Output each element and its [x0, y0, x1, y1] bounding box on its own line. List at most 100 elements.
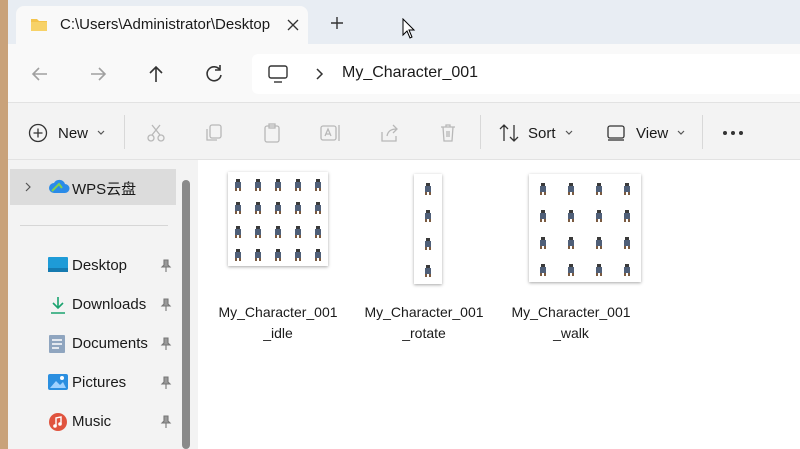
back-arrow-icon[interactable]: [28, 62, 52, 86]
view-icon: [607, 125, 625, 141]
sprite-frame: [595, 182, 603, 195]
music-icon: [48, 412, 68, 437]
sidebar-scrollbar[interactable]: [182, 180, 190, 449]
sprite-frame: [567, 263, 575, 276]
sprite-frame: [539, 209, 547, 222]
close-icon[interactable]: [284, 16, 302, 34]
file-item-walk[interactable]: My_Character_001_walk: [511, 172, 641, 342]
new-tab-button[interactable]: [326, 12, 348, 34]
address-bar[interactable]: My_Character_001: [252, 54, 800, 94]
file-thumbnail: [414, 174, 442, 284]
cloud-icon: [49, 179, 70, 193]
sort-icon: [499, 124, 519, 142]
copy-icon[interactable]: [204, 122, 224, 144]
navigation-pane: WPS云盘 Desktop Downloads Documents Pictur…: [8, 160, 192, 449]
folder-icon: [30, 17, 48, 37]
toolbar-divider: [124, 115, 125, 149]
sprite-frame: [294, 225, 302, 238]
sprite-frame: [567, 209, 575, 222]
pictures-icon: [48, 373, 68, 396]
pin-icon[interactable]: [159, 337, 173, 356]
file-thumbnail: [228, 172, 328, 266]
sidebar-item-downloads[interactable]: Downloads: [8, 287, 178, 323]
sprite-frame: [623, 182, 631, 195]
sort-label: Sort: [528, 124, 556, 142]
forward-arrow-icon[interactable]: [86, 62, 110, 86]
rename-icon[interactable]: [320, 122, 342, 144]
mouse-cursor-icon: [402, 17, 416, 45]
sidebar-item-documents[interactable]: Documents: [8, 326, 178, 362]
sprite-frame: [314, 201, 322, 215]
more-options-icon[interactable]: [722, 122, 744, 144]
pin-icon[interactable]: [159, 259, 173, 278]
sprite-frame: [294, 178, 302, 191]
sprite-frame: [254, 225, 262, 238]
file-name: My_Character_001_idle: [218, 304, 338, 341]
download-icon: [48, 295, 68, 320]
sprite-frame: [314, 248, 322, 262]
pin-icon[interactable]: [159, 298, 173, 317]
sprite-frame: [234, 248, 242, 262]
view-label: View: [636, 124, 669, 142]
share-icon[interactable]: [380, 122, 400, 144]
paste-icon[interactable]: [262, 122, 282, 144]
sprite-frame: [234, 178, 242, 191]
sprite-frame: [274, 178, 282, 191]
toolbar-divider: [480, 115, 481, 149]
new-button[interactable]: New: [28, 122, 106, 144]
sidebar-item-music[interactable]: Music: [8, 404, 178, 440]
sprite-frame: [567, 182, 575, 195]
sprite-frame: [539, 182, 547, 195]
sprite-frame: [254, 201, 262, 215]
refresh-icon[interactable]: [202, 62, 226, 86]
sprite-frame: [274, 201, 282, 215]
navigation-bar: My_Character_001: [8, 44, 800, 102]
sprite-frame: [595, 236, 603, 249]
chevron-right-icon: [25, 182, 31, 192]
breadcrumb-current[interactable]: My_Character_001: [342, 64, 478, 82]
chevron-down-icon: [565, 130, 572, 135]
pin-icon[interactable]: [159, 415, 173, 434]
new-label: New: [58, 124, 89, 142]
sprite-frame: [274, 248, 282, 262]
sidebar-item-pictures[interactable]: Pictures: [8, 365, 178, 401]
sidebar-item-wps-cloud[interactable]: WPS云盘: [10, 169, 176, 205]
sprite-frame: [294, 248, 302, 262]
sprite-frame: [623, 263, 631, 276]
chevron-down-icon: [677, 130, 685, 135]
sidebar-item-label: Documents: [72, 335, 148, 352]
documents-icon: [48, 334, 66, 359]
view-button[interactable]: View: [606, 122, 686, 144]
up-arrow-icon[interactable]: [144, 62, 168, 86]
sprite-frame: [234, 201, 242, 215]
toolbar-divider: [702, 115, 703, 149]
plus-circle-icon: [28, 123, 48, 143]
tab-strip: C:\Users\Administrator\Desktop: [8, 0, 800, 44]
sprite-frame: [623, 209, 631, 222]
sidebar-divider: [20, 225, 168, 226]
chevron-right-icon[interactable]: [314, 67, 324, 86]
sprite-frame: [314, 178, 322, 191]
chevron-down-icon: [97, 130, 105, 135]
file-thumbnail: [529, 174, 641, 282]
delete-icon[interactable]: [438, 122, 458, 144]
sidebar-item-desktop[interactable]: Desktop: [8, 248, 178, 284]
cut-icon[interactable]: [146, 122, 166, 144]
sprite-frame: [424, 237, 432, 250]
sprite-frame: [254, 248, 262, 262]
sprite-frame: [623, 236, 631, 249]
file-name: My_Character_001_walk: [511, 304, 631, 341]
sprite-frame: [424, 264, 432, 278]
pin-icon[interactable]: [159, 376, 173, 395]
file-item-rotate[interactable]: My_Character_001_rotate: [364, 172, 484, 342]
sprite-frame: [234, 225, 242, 238]
command-bar: New Sort View: [8, 102, 800, 160]
sprite-frame: [595, 263, 603, 276]
sprite-frame: [567, 236, 575, 249]
sort-button[interactable]: Sort: [498, 122, 574, 144]
sprite-frame: [595, 209, 603, 222]
file-item-idle[interactable]: My_Character_001_idle: [218, 172, 338, 342]
sprite-frame: [254, 178, 262, 191]
active-tab[interactable]: C:\Users\Administrator\Desktop: [16, 6, 308, 44]
tab-title: C:\Users\Administrator\Desktop: [60, 16, 271, 33]
